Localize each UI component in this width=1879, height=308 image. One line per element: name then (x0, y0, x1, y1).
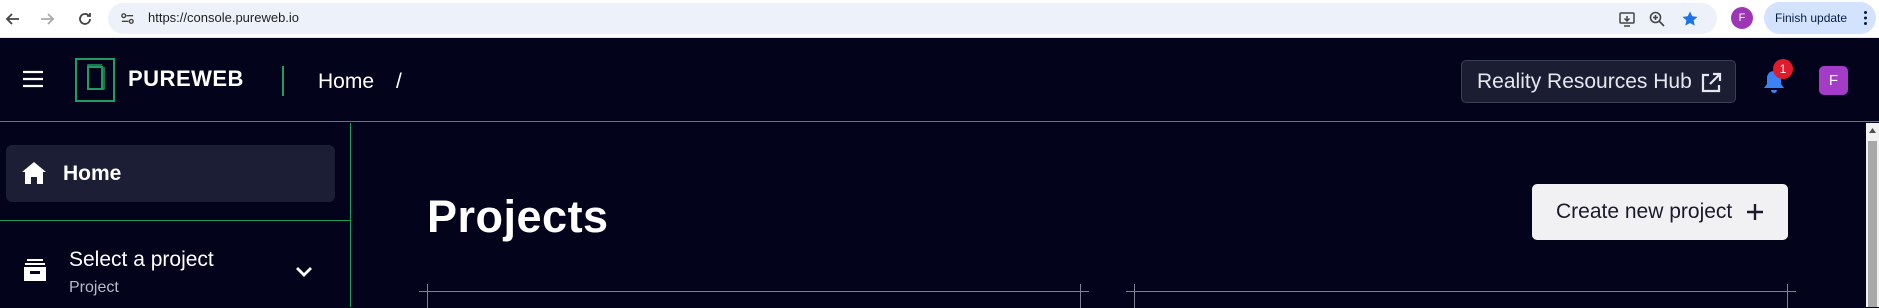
breadcrumb-separator: / (396, 70, 402, 93)
project-selector-subtitle: Project (69, 279, 119, 296)
url-text[interactable]: https://console.pureweb.io (148, 10, 299, 25)
back-button[interactable] (0, 6, 26, 32)
browser-profile-avatar[interactable]: F (1731, 7, 1753, 29)
address-bar[interactable]: https://console.pureweb.io (108, 3, 1717, 34)
bookmark-star-icon[interactable] (1681, 10, 1699, 28)
user-avatar[interactable]: F (1819, 66, 1848, 95)
site-settings-icon[interactable] (120, 11, 135, 26)
scroll-up-arrow-icon[interactable] (1869, 128, 1876, 133)
plus-icon (1747, 204, 1763, 220)
main-content: Projects Create new project (352, 123, 1866, 308)
scrollbar-thumb[interactable] (1868, 141, 1877, 307)
forward-button[interactable] (34, 6, 60, 32)
menu-icon[interactable] (22, 70, 44, 88)
page-scrollbar[interactable] (1866, 123, 1879, 307)
finish-update-label: Finish update (1775, 11, 1848, 25)
sidebar-item-label: Home (63, 162, 122, 185)
page-title: Projects (427, 191, 609, 242)
card-corner-left (427, 284, 428, 308)
sidebar-divider (0, 220, 350, 221)
reload-button[interactable] (72, 6, 98, 32)
project-selector-title: Select a project (69, 248, 214, 271)
card-corner-left (1134, 284, 1135, 308)
reality-resources-hub-button[interactable]: Reality Resources Hub (1461, 60, 1736, 103)
logo-text[interactable]: PUREWEB (128, 66, 244, 92)
notification-badge: 1 (1773, 59, 1793, 79)
project-card[interactable] (1126, 283, 1796, 308)
create-new-project-button[interactable]: Create new project (1532, 184, 1788, 240)
home-icon (22, 162, 46, 184)
sidebar: Home Select a project Project (0, 123, 351, 307)
zoom-icon[interactable] (1648, 10, 1666, 28)
header-divider (282, 66, 284, 96)
chevron-down-icon[interactable] (295, 266, 313, 278)
card-border (1126, 291, 1796, 292)
install-app-icon[interactable] (1618, 10, 1636, 28)
arrow-right-icon (41, 13, 55, 25)
sidebar-item-home[interactable]: Home (6, 145, 335, 202)
hub-button-label: Reality Resources Hub (1477, 69, 1692, 93)
breadcrumb-home[interactable]: Home (318, 70, 374, 94)
pureweb-logo-icon[interactable] (75, 58, 115, 102)
finish-update-button[interactable]: Finish update (1764, 2, 1876, 34)
create-button-label: Create new project (1556, 200, 1733, 223)
project-selector[interactable]: Select a project Project (0, 233, 350, 307)
card-corner-right (1080, 284, 1081, 308)
more-options-icon (1864, 11, 1867, 25)
archive-box-icon (24, 259, 46, 281)
card-border (419, 291, 1089, 292)
app-header: PUREWEB Home / Reality Resources Hub 1 F (0, 38, 1879, 122)
card-corner-right (1787, 284, 1788, 308)
arrow-left-icon (5, 13, 19, 25)
reload-icon (79, 13, 91, 25)
browser-toolbar: https://console.pureweb.io F Finish upda… (0, 0, 1879, 38)
external-link-icon (1701, 72, 1722, 93)
project-card[interactable] (419, 283, 1089, 308)
